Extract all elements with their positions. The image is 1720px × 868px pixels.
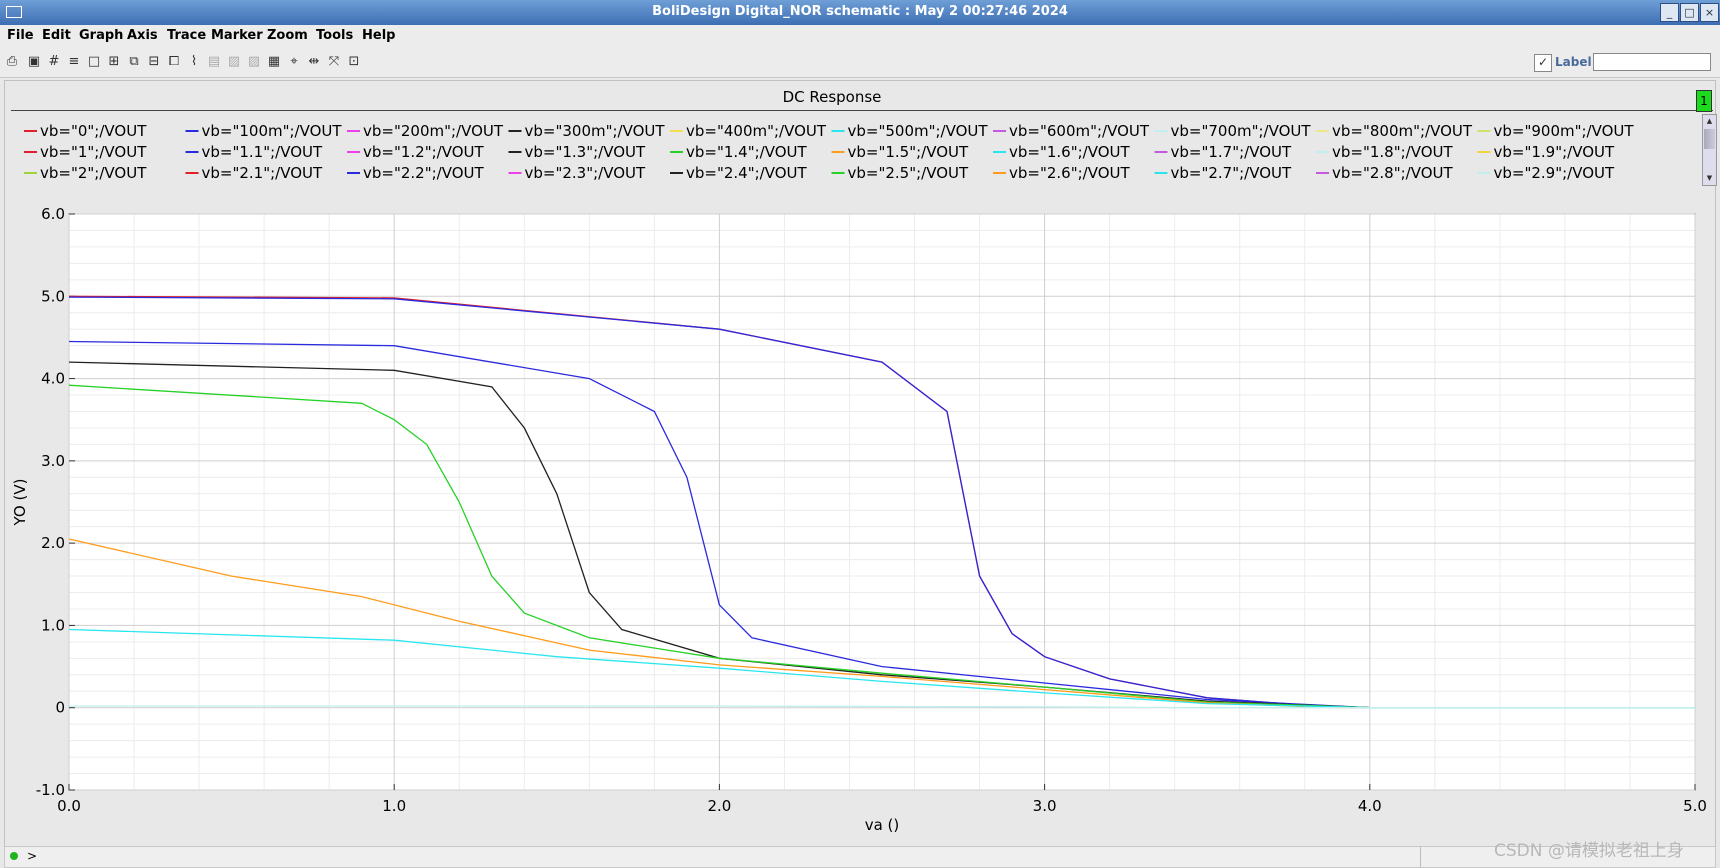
y-tick-label: 1.0 xyxy=(41,616,65,634)
legend-entry[interactable]: vb="200m";/VOUT xyxy=(363,122,504,140)
chart[interactable]: vb="0";/VOUT vb="100m";/VOUT vb="200m";/VO… xyxy=(0,0,1720,868)
y-tick-label: 6.0 xyxy=(41,205,65,223)
y-tick-label: 2.0 xyxy=(41,534,65,552)
legend-entry[interactable]: vb="1.9";/VOUT xyxy=(1494,143,1616,161)
legend-entry[interactable]: vb="500m";/VOUT xyxy=(848,122,989,140)
legend-entry[interactable]: vb="2.1";/VOUT xyxy=(202,164,324,182)
y-axis-label: YO (V) xyxy=(11,479,29,527)
status-led-icon xyxy=(10,852,18,860)
legend-entry[interactable]: vb="1.6";/VOUT xyxy=(1009,143,1131,161)
watermark: CSDN @请模拟老祖上身 xyxy=(1494,841,1684,861)
y-tick-label: -1.0 xyxy=(36,781,65,799)
legend-entry[interactable]: vb="300m";/VOUT xyxy=(525,122,666,140)
status-bar: > xyxy=(4,846,1716,868)
x-tick-label: 5.0 xyxy=(1683,797,1707,815)
legend-entry[interactable]: vb="2";/VOUT xyxy=(40,164,147,182)
x-axis-label: va () xyxy=(865,816,900,834)
legend: vb="0";/VOUT vb="100m";/VOUT vb="200m";/VO… xyxy=(24,122,1634,182)
x-tick-label: 4.0 xyxy=(1358,797,1382,815)
legend-entry[interactable]: vb="600m";/VOUT xyxy=(1009,122,1150,140)
legend-entry[interactable]: vb="1.3";/VOUT xyxy=(525,143,647,161)
legend-entry[interactable]: vb="2.9";/VOUT xyxy=(1494,164,1616,182)
legend-entry[interactable]: vb="2.4";/VOUT xyxy=(686,164,808,182)
legend-entry[interactable]: vb="1.1";/VOUT xyxy=(202,143,324,161)
legend-entry[interactable]: vb="100m";/VOUT xyxy=(202,122,343,140)
x-tick-label: 0.0 xyxy=(57,797,81,815)
legend-entry[interactable]: vb="0";/VOUT xyxy=(40,122,147,140)
y-tick-label: 4.0 xyxy=(41,370,65,388)
plot-area[interactable] xyxy=(68,213,1696,791)
legend-entry[interactable]: vb="700m";/VOUT xyxy=(1171,122,1312,140)
legend-entry[interactable]: vb="2.5";/VOUT xyxy=(848,164,970,182)
legend-entry[interactable]: vb="1.2";/VOUT xyxy=(363,143,485,161)
x-tick-label: 3.0 xyxy=(1033,797,1057,815)
legend-entry[interactable]: vb="1.7";/VOUT xyxy=(1171,143,1293,161)
legend-entry[interactable]: vb="800m";/VOUT xyxy=(1332,122,1473,140)
legend-entry[interactable]: vb="900m";/VOUT xyxy=(1494,122,1635,140)
status-divider xyxy=(1420,847,1421,867)
legend-entry[interactable]: vb="2.8";/VOUT xyxy=(1332,164,1454,182)
legend-entry[interactable]: vb="400m";/VOUT xyxy=(686,122,827,140)
legend-entry[interactable]: vb="1.8";/VOUT xyxy=(1332,143,1454,161)
x-tick-label: 2.0 xyxy=(707,797,731,815)
x-tick-label: 1.0 xyxy=(382,797,406,815)
legend-entry[interactable]: vb="1";/VOUT xyxy=(40,143,147,161)
legend-entry[interactable]: vb="1.4";/VOUT xyxy=(686,143,808,161)
y-tick-label: 3.0 xyxy=(41,452,65,470)
legend-entry[interactable]: vb="2.7";/VOUT xyxy=(1171,164,1293,182)
legend-entry[interactable]: vb="2.3";/VOUT xyxy=(525,164,647,182)
legend-entry[interactable]: vb="1.5";/VOUT xyxy=(848,143,970,161)
y-tick-label: 0 xyxy=(55,699,65,717)
legend-entry[interactable]: vb="2.2";/VOUT xyxy=(363,164,485,182)
legend-entry[interactable]: vb="2.6";/VOUT xyxy=(1009,164,1131,182)
command-prompt[interactable]: > xyxy=(27,849,37,863)
y-tick-label: 5.0 xyxy=(41,287,65,305)
